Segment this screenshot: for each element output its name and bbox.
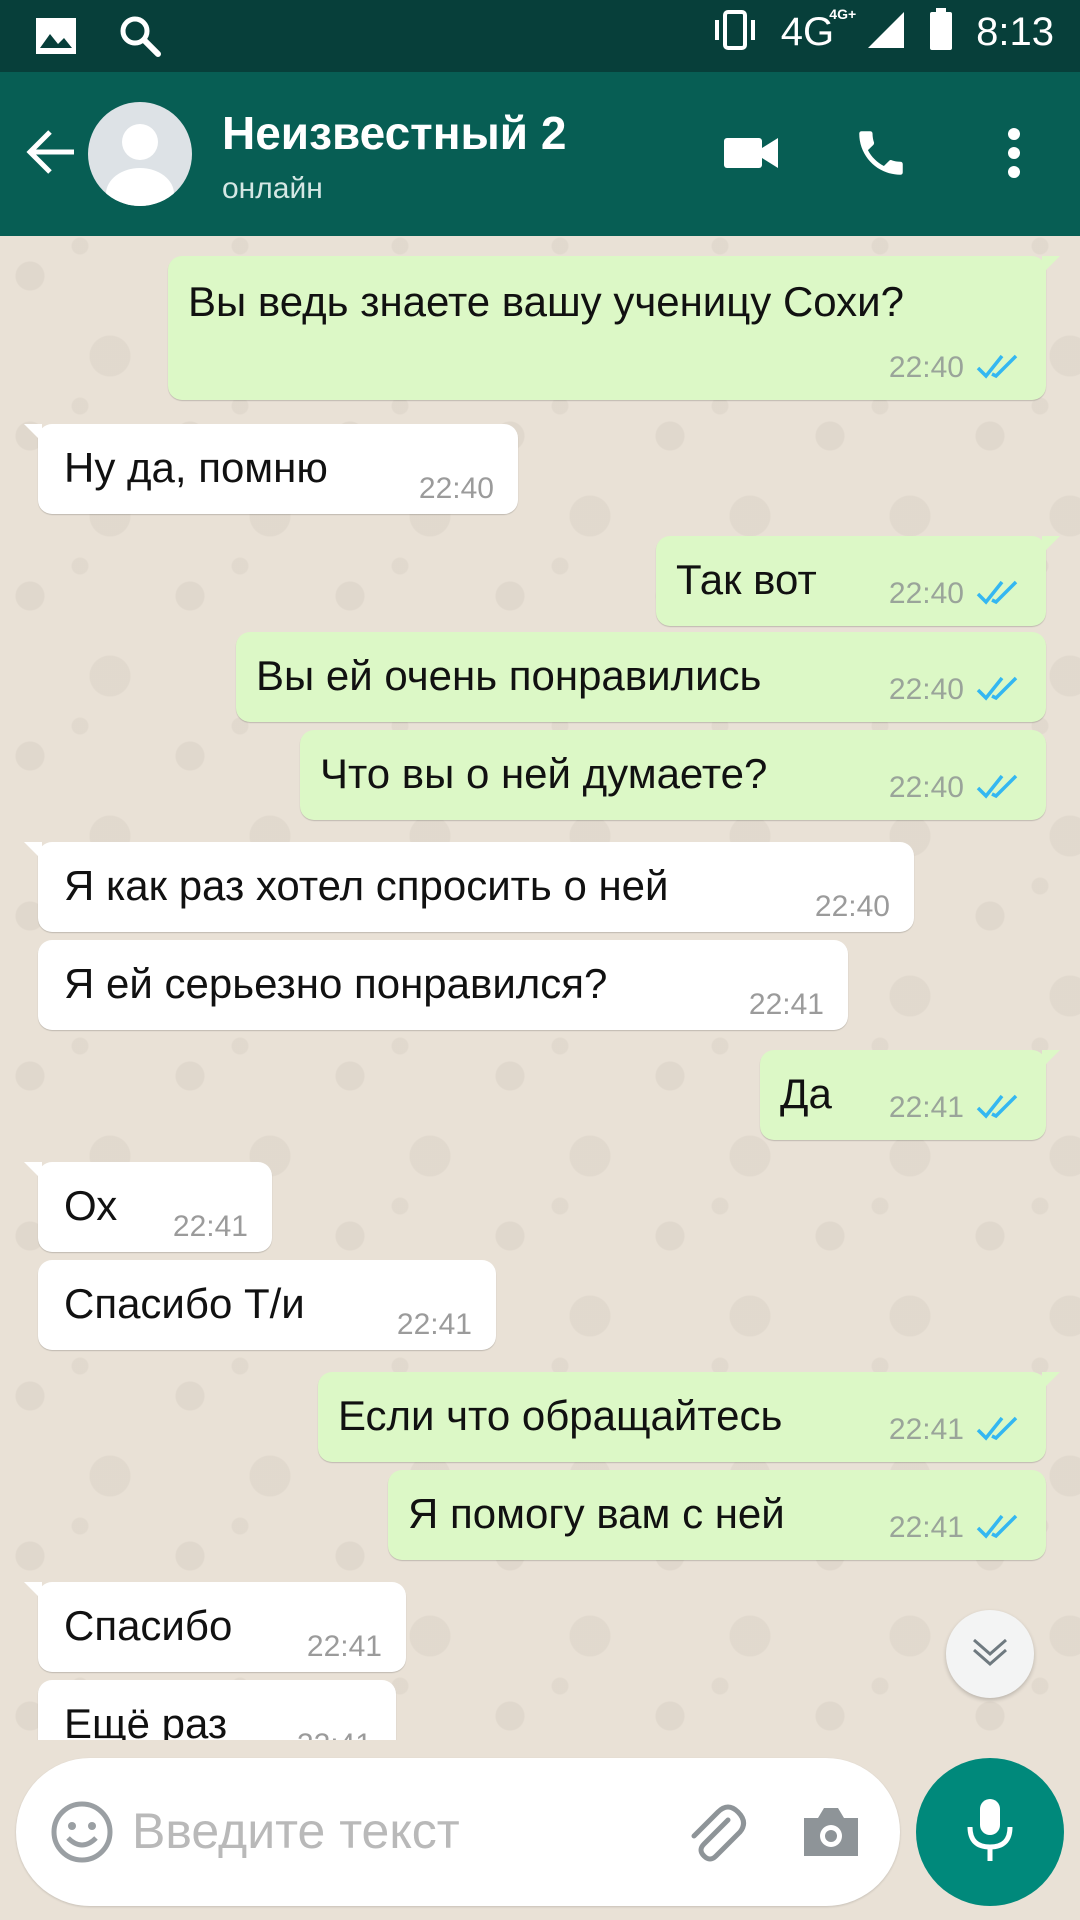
message-text: Вы ведь знаете вашу ученицу Сохи? xyxy=(188,278,904,325)
message-time: 22:40 xyxy=(888,771,964,804)
message-time: 22:41 xyxy=(888,1091,964,1124)
double-check-icon xyxy=(976,1504,1022,1552)
message-text: Ещё раз xyxy=(64,1700,228,1740)
double-check-icon xyxy=(976,1084,1022,1132)
network-indicator: 4G 4G+ xyxy=(780,6,856,55)
network-type: 4G xyxy=(780,10,835,54)
message-text: Да xyxy=(780,1070,832,1117)
double-check-icon xyxy=(976,570,1022,618)
message-incoming[interactable]: Я ей серьезно понравился? 22:41 xyxy=(38,940,848,1030)
message-text: Ох xyxy=(64,1182,118,1229)
status-bar: 4G 4G+ 8:13 xyxy=(0,0,1080,72)
message-text: Я как раз хотел спросить о ней xyxy=(64,862,669,909)
message-incoming[interactable]: Ну да, помню 22:40 xyxy=(24,424,518,514)
message-time: 22:40 xyxy=(888,351,964,384)
video-call-icon[interactable] xyxy=(722,124,780,185)
search-icon xyxy=(118,14,162,63)
more-vert-icon[interactable] xyxy=(1000,124,1028,187)
attach-icon[interactable] xyxy=(680,1798,750,1873)
message-text: Спасибо Т/и xyxy=(64,1280,305,1327)
phone-icon[interactable] xyxy=(852,124,910,187)
camera-icon[interactable] xyxy=(800,1804,862,1865)
message-incoming[interactable]: Спасибо Т/и 22:41 xyxy=(38,1260,496,1350)
back-arrow-icon[interactable] xyxy=(24,124,80,185)
avatar[interactable] xyxy=(88,102,192,206)
message-input[interactable]: Введите текст xyxy=(132,1802,460,1860)
message-text: Я ей серьезно понравился? xyxy=(64,960,608,1007)
message-time: 22:41 xyxy=(888,1511,964,1544)
message-outgoing[interactable]: Если что обращайтесь 22:41 xyxy=(318,1372,1060,1462)
clock: 8:13 xyxy=(976,10,1054,54)
message-outgoing[interactable]: Вы ведь знаете вашу ученицу Сохи? 22:40 xyxy=(168,256,1060,400)
emoji-icon[interactable] xyxy=(50,1800,114,1869)
message-outgoing[interactable]: Да 22:41 xyxy=(760,1050,1060,1140)
message-text: Что вы о ней думаете? xyxy=(320,750,768,797)
signal-icon xyxy=(866,10,906,55)
mic-button[interactable] xyxy=(916,1758,1064,1906)
message-text: Ну да, помню xyxy=(64,444,328,491)
message-time: 22:40 xyxy=(888,577,964,610)
contact-name[interactable]: Неизвестный 2 xyxy=(222,106,566,160)
message-time: 22:41 xyxy=(396,1308,472,1341)
message-outgoing[interactable]: Я помогу вам с ней 22:41 xyxy=(388,1470,1046,1560)
message-text: Так вот xyxy=(676,556,817,603)
double-check-icon xyxy=(976,344,1022,392)
double-check-icon xyxy=(976,666,1022,714)
gallery-icon xyxy=(34,16,78,61)
double-check-icon xyxy=(976,1406,1022,1454)
message-time: 22:41 xyxy=(297,1728,372,1740)
battery-icon xyxy=(928,8,954,57)
chat-area[interactable]: Вы ведь знаете вашу ученицу Сохи? 22:40 … xyxy=(0,236,1080,1740)
message-time: 22:41 xyxy=(172,1210,248,1243)
chat-header: Неизвестный 2 онлайн xyxy=(0,72,1080,236)
message-time: 22:40 xyxy=(814,890,890,923)
message-time: 22:40 xyxy=(418,472,494,505)
double-check-icon xyxy=(976,764,1022,812)
network-sup: 4G+ xyxy=(829,6,857,22)
vibrate-icon xyxy=(711,8,759,57)
message-outgoing[interactable]: Что вы о ней думаете? 22:40 xyxy=(300,730,1046,820)
message-time: 22:40 xyxy=(888,673,964,706)
message-incoming[interactable]: Ещё раз 22:41 xyxy=(38,1680,396,1740)
message-composer: Введите текст xyxy=(16,1758,900,1906)
scroll-to-bottom-button[interactable] xyxy=(946,1610,1034,1698)
message-text: Вы ей очень понравились xyxy=(256,652,762,699)
message-time: 22:41 xyxy=(306,1630,382,1663)
contact-status: онлайн xyxy=(222,172,323,205)
message-time: 22:41 xyxy=(888,1413,964,1446)
message-time: 22:41 xyxy=(748,988,824,1021)
message-text: Если что обращайтесь xyxy=(338,1392,783,1439)
message-outgoing[interactable]: Вы ей очень понравились 22:40 xyxy=(236,632,1046,722)
message-text: Я помогу вам с ней xyxy=(408,1490,785,1537)
message-text: Спасибо xyxy=(64,1602,233,1649)
mic-icon xyxy=(965,1797,1015,1868)
chevron-down-icon xyxy=(970,1634,1010,1675)
message-incoming[interactable]: Ох 22:41 xyxy=(24,1162,272,1252)
message-outgoing[interactable]: Так вот 22:40 xyxy=(656,536,1060,626)
message-incoming[interactable]: Я как раз хотел спросить о ней 22:40 xyxy=(24,842,914,932)
message-incoming[interactable]: Спасибо 22:41 xyxy=(24,1582,406,1672)
